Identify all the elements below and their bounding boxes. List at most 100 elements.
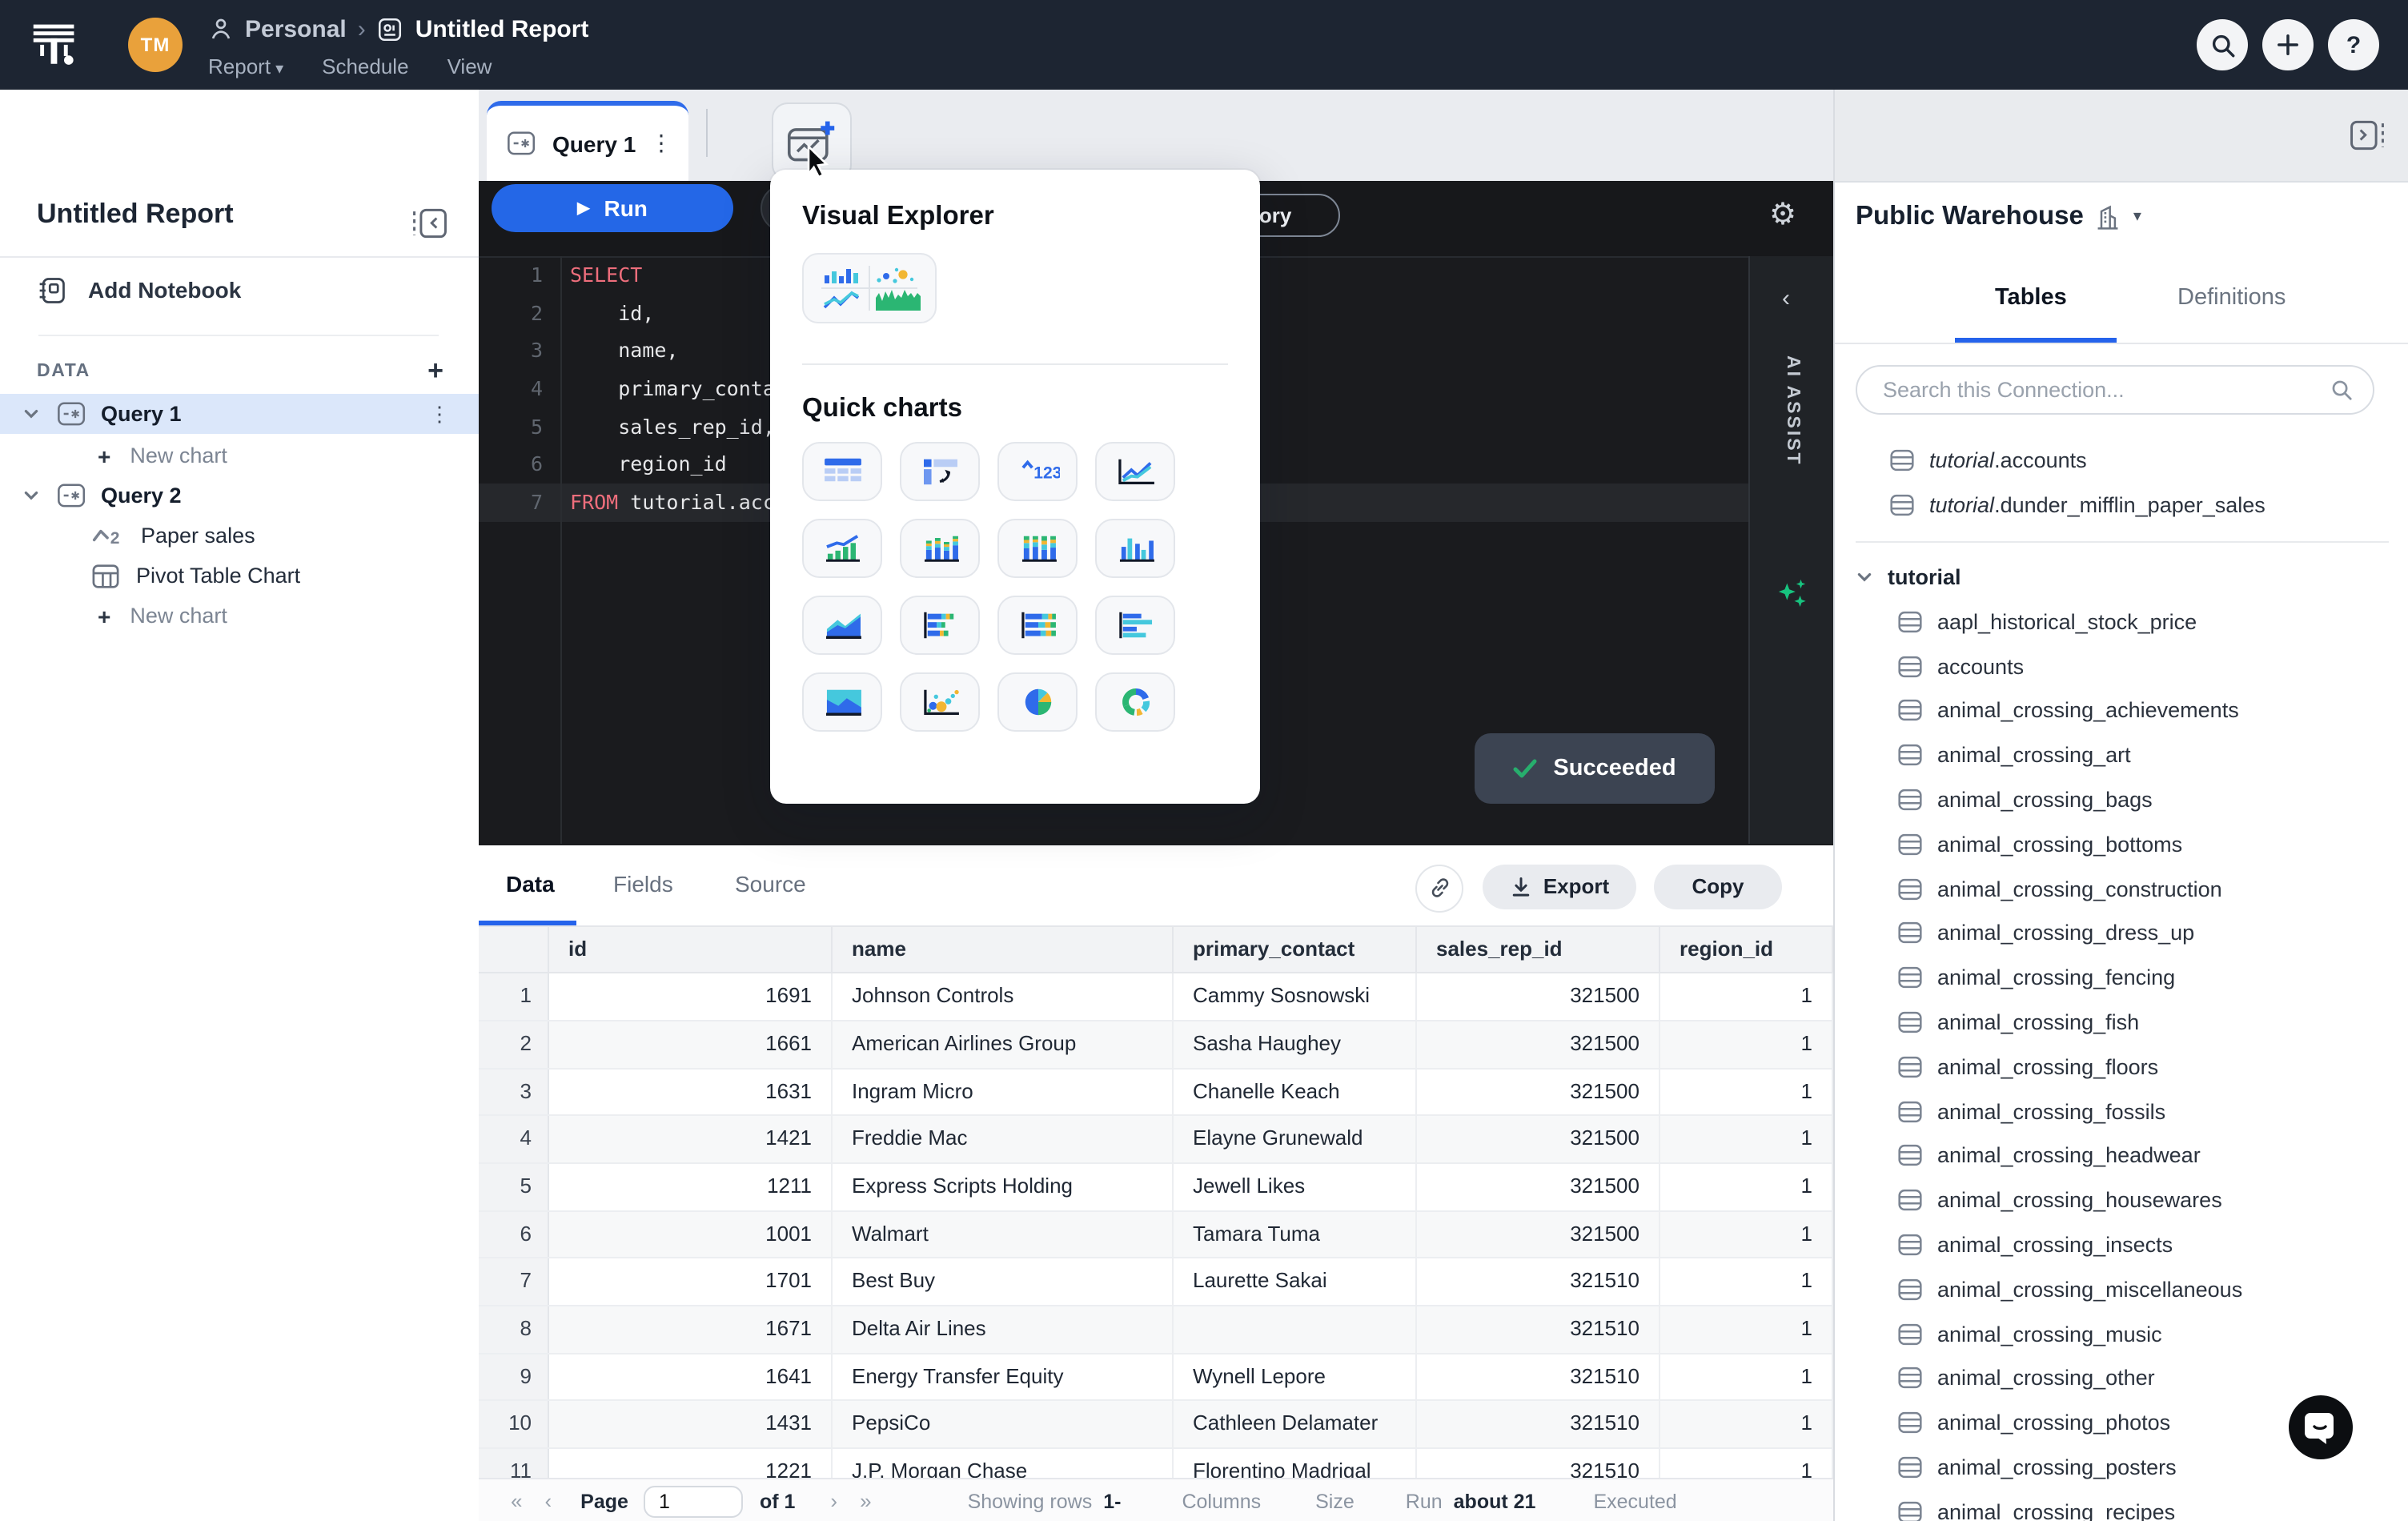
- quick-chart-stacked-bar-button[interactable]: [900, 596, 980, 655]
- tab-definitions[interactable]: Definitions: [2177, 285, 2286, 311]
- table-row[interactable]: 10 1431 PepsiCo Cathleen Delamater 32151…: [479, 1402, 1833, 1449]
- table-list-item[interactable]: animal_crossing_housewares: [1835, 1178, 2408, 1223]
- table-list-item[interactable]: animal_crossing_bottoms: [1835, 822, 2408, 867]
- run-button[interactable]: ▶ Run: [492, 184, 733, 232]
- table-row[interactable]: 6 1001 Walmart Tamara Tuma 321500 1: [479, 1211, 1833, 1258]
- table-row[interactable]: 5 1211 Express Scripts Holding Jewell Li…: [479, 1164, 1833, 1211]
- table-list-item[interactable]: animal_crossing_floors: [1835, 1045, 2408, 1090]
- collapse-sidebar-button[interactable]: [410, 205, 450, 242]
- quick-chart-stacked-bar-100-button[interactable]: [997, 596, 1078, 655]
- menu-schedule[interactable]: Schedule: [322, 54, 408, 78]
- add-button[interactable]: [2262, 19, 2314, 70]
- breadcrumb-report-title[interactable]: Untitled Report: [415, 15, 589, 42]
- quick-chart-donut-button[interactable]: [1095, 672, 1175, 732]
- quick-chart-stacked-column-100-button[interactable]: [997, 519, 1078, 578]
- table-row[interactable]: 1 1691 Johnson Controls Cammy Sosnowski …: [479, 973, 1833, 1021]
- sidebar-item-query-1[interactable]: Query 1⋮: [0, 394, 479, 434]
- tab-tables[interactable]: Tables: [1995, 285, 2067, 311]
- column-header-primary_contact[interactable]: primary_contact: [1174, 926, 1417, 972]
- quick-chart-pie-button[interactable]: [997, 672, 1078, 732]
- avatar[interactable]: TM: [128, 18, 183, 72]
- table-list-item[interactable]: animal_crossing_bags: [1835, 777, 2408, 822]
- first-page-button[interactable]: «: [511, 1489, 522, 1513]
- table-list-item[interactable]: tutorial.accounts: [1835, 439, 2408, 484]
- sidebar-item-new-chart[interactable]: + New chart: [0, 435, 479, 476]
- table-list-item[interactable]: accounts: [1835, 644, 2408, 688]
- quick-chart-big-number-button[interactable]: 123: [997, 442, 1078, 501]
- ai-assist-panel[interactable]: ‹ AI ASSIST: [1748, 256, 1835, 844]
- tab-source[interactable]: Source: [735, 870, 806, 896]
- table-list-item[interactable]: animal_crossing_dress_up: [1835, 911, 2408, 956]
- last-page-button[interactable]: »: [860, 1489, 871, 1513]
- search-button[interactable]: [2197, 19, 2248, 70]
- tab-data[interactable]: Data: [506, 870, 555, 896]
- quick-chart-grouped-bar-button[interactable]: [1095, 596, 1175, 655]
- connection-search-input[interactable]: [1880, 376, 2330, 403]
- table-list-item[interactable]: animal_crossing_miscellaneous: [1835, 1267, 2408, 1312]
- plus-icon: +: [98, 443, 110, 468]
- table-list-item[interactable]: tutorial.dunder_mifflin_paper_sales: [1835, 484, 2408, 528]
- tab-query-1[interactable]: Query 1 ⋮: [487, 101, 688, 181]
- table-list-item[interactable]: animal_crossing_music: [1835, 1311, 2408, 1356]
- gear-icon[interactable]: ⚙: [1769, 197, 1796, 234]
- quick-chart-stacked-column-button[interactable]: [900, 519, 980, 578]
- play-icon: ▶: [577, 199, 589, 217]
- table-row[interactable]: 9 1641 Energy Transfer Equity Wynell Lep…: [479, 1354, 1833, 1401]
- columns-label[interactable]: Columns: [1182, 1490, 1261, 1512]
- quick-chart-area-button[interactable]: [802, 596, 882, 655]
- column-header-sales_rep_id[interactable]: sales_rep_id: [1417, 926, 1660, 972]
- menu-view[interactable]: View: [447, 54, 492, 78]
- quick-chart-combo-button[interactable]: [802, 519, 882, 578]
- tab-kebab-menu[interactable]: ⋮: [650, 130, 672, 157]
- quick-chart-scatter-button[interactable]: [900, 672, 980, 732]
- copy-button[interactable]: Copy: [1654, 864, 1782, 909]
- table-row[interactable]: 4 1421 Freddie Mac Elayne Grunewald 3215…: [479, 1117, 1833, 1164]
- prev-page-button[interactable]: ‹: [544, 1489, 552, 1513]
- visual-explorer-button[interactable]: [802, 253, 937, 323]
- add-notebook-button[interactable]: Add Notebook: [37, 269, 241, 311]
- quick-chart-pivot-table-button[interactable]: [900, 442, 980, 501]
- table-list-item[interactable]: animal_crossing_achievements: [1835, 688, 2408, 733]
- kebab-menu-icon[interactable]: ⋮: [429, 401, 450, 427]
- breadcrumb-workspace[interactable]: Personal: [245, 15, 347, 42]
- export-button[interactable]: Export: [1483, 864, 1636, 909]
- help-button[interactable]: ?: [2328, 19, 2379, 70]
- table-row[interactable]: 8 1671 Delta Air Lines 321510 1: [479, 1306, 1833, 1354]
- menu-report[interactable]: Report▾: [208, 54, 283, 78]
- table-list-item[interactable]: animal_crossing_headwear: [1835, 1134, 2408, 1178]
- quick-chart-grouped-column-button[interactable]: [1095, 519, 1175, 578]
- schema-group-tutorial[interactable]: tutorial: [1835, 555, 2408, 600]
- sidebar-item-query-2[interactable]: Query 2: [0, 476, 479, 516]
- share-link-button[interactable]: [1415, 864, 1463, 912]
- collapse-connection-panel-button[interactable]: [2347, 117, 2387, 154]
- page-input[interactable]: [644, 1485, 744, 1517]
- app-logo-icon[interactable]: [30, 19, 78, 69]
- table-list-item[interactable]: animal_crossing_fossils: [1835, 1089, 2408, 1134]
- table-row[interactable]: 3 1631 Ingram Micro Chanelle Keach 32150…: [479, 1069, 1833, 1116]
- table-list-item[interactable]: animal_crossing_construction: [1835, 866, 2408, 911]
- quick-chart-line-button[interactable]: [1095, 442, 1175, 501]
- chat-bubble-button[interactable]: [2288, 1395, 2354, 1460]
- column-header-name[interactable]: name: [833, 926, 1174, 972]
- tab-fields[interactable]: Fields: [613, 870, 673, 896]
- sidebar-item-pivot-table-chart[interactable]: Pivot Table Chart: [0, 556, 479, 596]
- next-page-button[interactable]: ›: [830, 1489, 837, 1513]
- connection-search[interactable]: [1856, 365, 2374, 415]
- quick-chart-table-button[interactable]: [802, 442, 882, 501]
- sidebar-item-new-chart[interactable]: + New chart: [0, 596, 479, 636]
- table-list-item[interactable]: animal_crossing_recipes: [1835, 1490, 2408, 1521]
- size-label[interactable]: Size: [1315, 1490, 1354, 1512]
- table-list-item[interactable]: aapl_historical_stock_price: [1835, 600, 2408, 644]
- add-query-button[interactable]: +: [427, 355, 443, 387]
- table-list-item[interactable]: animal_crossing_insects: [1835, 1222, 2408, 1267]
- table-list-item[interactable]: animal_crossing_art: [1835, 733, 2408, 778]
- column-header-region_id[interactable]: region_id: [1660, 926, 1833, 972]
- table-row[interactable]: 2 1661 American Airlines Group Sasha Hau…: [479, 1021, 1833, 1069]
- connection-title-row[interactable]: Public Warehouse ▾: [1856, 202, 2141, 232]
- table-list-item[interactable]: animal_crossing_fish: [1835, 1000, 2408, 1045]
- table-row[interactable]: 7 1701 Best Buy Laurette Sakai 321510 1: [479, 1259, 1833, 1306]
- column-header-id[interactable]: id: [549, 926, 833, 972]
- quick-chart-stacked-area-100-button[interactable]: [802, 672, 882, 732]
- table-list-item[interactable]: animal_crossing_fencing: [1835, 956, 2408, 1001]
- sidebar-item-paper-sales[interactable]: 2 Paper sales: [0, 516, 479, 556]
